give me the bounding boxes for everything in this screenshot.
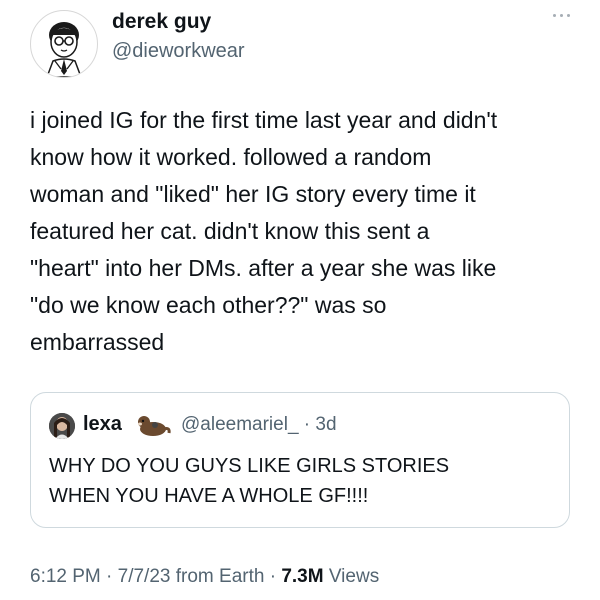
quoted-line: WHEN YOU HAVE A WHOLE GF!!!! <box>49 485 369 507</box>
ellipsis-icon[interactable] <box>553 14 570 17</box>
tweet-line: featured her cat. didn't know this sent … <box>30 218 430 244</box>
quoted-name[interactable]: lexa <box>83 413 122 436</box>
author-avatar[interactable] <box>30 10 98 78</box>
tweet-meta: 6:12 PM · 7/7/23 from Earth · 7.3M Views <box>30 566 379 588</box>
quoted-tweet[interactable]: lexa @aleemariel_ · 3d WHY DO YOU GUYS L… <box>30 392 570 528</box>
tweet-line: know how it worked. followed a random <box>30 144 432 170</box>
author-name[interactable]: derek guy <box>112 10 211 34</box>
tweet-line: "heart" into her DMs. after a year she w… <box>30 255 497 281</box>
quoted-line: WHY DO YOU GUYS LIKE GIRLS STORIES <box>49 455 450 477</box>
views-count: 7.3M <box>281 566 324 587</box>
tweet-line: "do we know each other??" was so <box>30 292 387 318</box>
tweet-line: i joined IG for the first time last year… <box>30 107 498 133</box>
tweet-line: woman and "liked" her IG story every tim… <box>30 181 476 207</box>
quoted-avatar[interactable] <box>49 413 75 439</box>
tweet-timestamp[interactable]: 6:12 PM · 7/7/23 from Earth · <box>30 566 281 587</box>
quoted-handle-time[interactable]: @aleemariel_ · 3d <box>181 414 337 436</box>
otter-emoji-icon <box>135 411 171 439</box>
quoted-text: WHY DO YOU GUYS LIKE GIRLS STORIES WHEN … <box>49 451 559 511</box>
tweet-line: embarrassed <box>30 329 165 355</box>
author-handle[interactable]: @dieworkwear <box>112 40 245 63</box>
tweet-text: i joined IG for the first time last year… <box>30 102 575 361</box>
views-label: Views <box>323 566 380 587</box>
